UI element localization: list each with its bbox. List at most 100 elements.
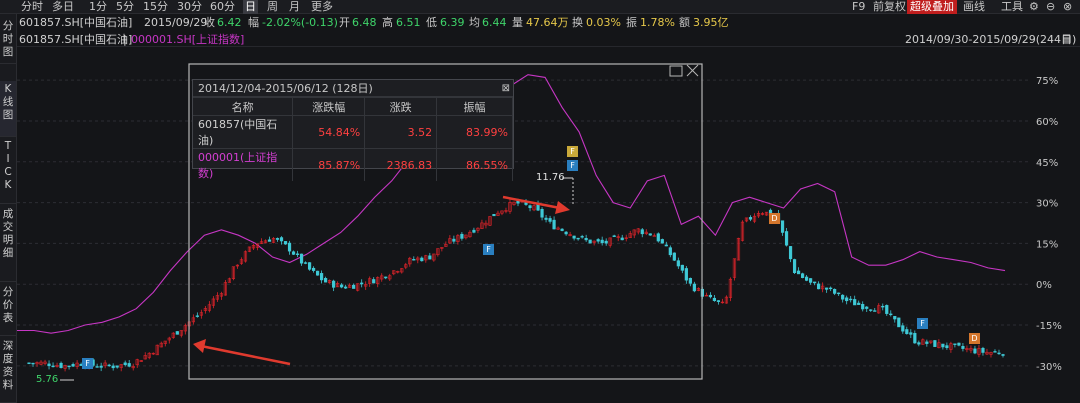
settings-icon[interactable]: ⚙ bbox=[1029, 0, 1039, 14]
super-overlay-button[interactable]: 超级叠加 bbox=[907, 0, 957, 14]
candle-body bbox=[993, 351, 997, 353]
range-label: 2014/09/30-2015/09/29(244日) bbox=[905, 33, 1077, 46]
sidebar-item-fenshi[interactable]: 分时图 bbox=[0, 18, 16, 64]
candle-body bbox=[796, 270, 801, 275]
marker-f-icon[interactable]: F bbox=[483, 244, 494, 255]
candle-body bbox=[412, 259, 416, 261]
candle-body bbox=[95, 366, 99, 368]
sidebar-item-tick[interactable]: TICK bbox=[0, 138, 16, 204]
candle-body bbox=[889, 313, 893, 316]
tab-month[interactable]: 月 bbox=[289, 0, 300, 14]
candle-body bbox=[833, 288, 837, 294]
candle-body bbox=[917, 342, 921, 345]
candle-body bbox=[620, 237, 624, 241]
candle-body bbox=[945, 345, 949, 349]
high-label: 高 bbox=[382, 16, 393, 29]
sidebar-item-kline[interactable]: K线图 bbox=[0, 81, 16, 137]
sidebar-item-trades[interactable]: 成交明细 bbox=[0, 206, 16, 282]
sidebar: 分时图 K线图 TICK 成交明细 分价表 深度资料 bbox=[0, 14, 17, 403]
candle-body bbox=[973, 348, 977, 354]
candle-body bbox=[817, 283, 821, 290]
marker-f-icon[interactable]: F bbox=[567, 146, 578, 157]
col-chg: 涨跌 bbox=[364, 97, 438, 116]
tab-15min[interactable]: 15分 bbox=[143, 0, 168, 14]
candle-body bbox=[299, 253, 304, 264]
candle-body bbox=[324, 278, 328, 283]
candle-body bbox=[837, 292, 841, 295]
tab-30min[interactable]: 30分 bbox=[177, 0, 202, 14]
tab-1min[interactable]: 1分 bbox=[89, 0, 107, 14]
stats-table: 名称 涨跌幅 涨跌 振幅 601857(中国石油) 54.84% 3.52 83… bbox=[193, 97, 513, 181]
candle-body bbox=[961, 346, 965, 349]
candle-body bbox=[580, 236, 584, 238]
candle-body bbox=[600, 239, 604, 244]
candle-body bbox=[540, 208, 544, 218]
minimize-icon[interactable]: ⊖ bbox=[1046, 0, 1055, 14]
tools-button[interactable]: 工具 bbox=[1001, 0, 1023, 14]
marker-f-icon[interactable]: F bbox=[917, 318, 928, 329]
candle-body bbox=[560, 228, 564, 231]
stats-close-icon[interactable]: ⊠ bbox=[502, 80, 510, 97]
candle-body bbox=[712, 297, 717, 301]
tab-day[interactable]: 日 bbox=[243, 0, 258, 14]
row-chg: 3.52 bbox=[364, 115, 438, 149]
tab-60min[interactable]: 60分 bbox=[210, 0, 235, 14]
candle-body bbox=[640, 229, 644, 235]
tab-5min[interactable]: 5分 bbox=[116, 0, 134, 14]
candle-body bbox=[788, 246, 793, 260]
legend-index[interactable]: 000001.SH[上证指数] bbox=[131, 33, 244, 47]
candle-body bbox=[47, 363, 51, 367]
candle-body bbox=[127, 363, 131, 367]
legend-main: 601857.SH[中国石油] bbox=[19, 33, 133, 46]
amplitude-label: 振 bbox=[626, 16, 637, 29]
marker-d-icon[interactable]: D bbox=[769, 213, 780, 224]
candle-body bbox=[548, 218, 552, 222]
marker-f-icon[interactable]: F bbox=[82, 358, 93, 369]
candle-body bbox=[909, 332, 913, 335]
sidebar-item-price-table[interactable]: 分价表 bbox=[0, 284, 16, 336]
candle-body bbox=[845, 297, 849, 302]
candle-body bbox=[420, 257, 424, 262]
candle-body bbox=[672, 252, 676, 261]
candle-body bbox=[460, 233, 464, 239]
low-price-label: 5.76 bbox=[36, 374, 59, 385]
overlay-legend: 601857.SH[中国石油] | 000001.SH[上证指数] 2014/0… bbox=[0, 33, 1080, 47]
table-row[interactable]: 000001(上证指数) 85.87% 2386.83 86.55% bbox=[193, 148, 513, 181]
candle-body bbox=[576, 237, 580, 240]
candle-body bbox=[428, 255, 432, 260]
adjust-button[interactable]: 前复权 bbox=[873, 0, 906, 14]
y-tick-label: 30% bbox=[1036, 199, 1058, 210]
marker-d-icon[interactable]: D bbox=[969, 333, 980, 344]
table-row[interactable]: 601857(中国石油) 54.84% 3.52 83.99% bbox=[193, 115, 513, 149]
candle-body bbox=[67, 365, 71, 368]
row-amp: 83.99% bbox=[436, 115, 513, 149]
sidebar-item-depth[interactable]: 深度资料 bbox=[0, 338, 16, 403]
low-label: 低 bbox=[426, 16, 437, 29]
f9-button[interactable]: F9 bbox=[852, 0, 865, 14]
calendar-icon[interactable]: ▤ bbox=[1062, 33, 1071, 47]
candle-body bbox=[352, 284, 356, 289]
candle-body bbox=[99, 365, 103, 368]
candle-body bbox=[59, 362, 63, 368]
candle-body bbox=[572, 235, 576, 239]
kline-chart[interactable]: 75% 60% 45% 30% 15% 0% -15% -30% bbox=[0, 0, 1080, 403]
candle-body bbox=[340, 284, 344, 288]
volume-value: 47.64万 bbox=[526, 16, 569, 29]
candle-body bbox=[656, 233, 660, 242]
candle-body bbox=[684, 268, 688, 281]
stats-header: 2014/12/04-2015/06/12 (128日) ⊠ bbox=[193, 80, 513, 97]
draw-line-button[interactable]: 画线 bbox=[963, 0, 985, 14]
tab-fenshi[interactable]: 分时 bbox=[21, 0, 43, 14]
close-icon[interactable]: ⊗ bbox=[1063, 0, 1072, 14]
candle-body bbox=[865, 306, 869, 309]
candle-body bbox=[829, 287, 833, 290]
candle-body bbox=[360, 282, 364, 285]
avg-label: 均 bbox=[469, 16, 480, 29]
candle-body bbox=[452, 238, 456, 242]
tab-week[interactable]: 周 bbox=[267, 0, 278, 14]
tab-multiday[interactable]: 多日 bbox=[52, 0, 74, 14]
marker-f-icon[interactable]: F bbox=[567, 160, 578, 171]
tab-more[interactable]: 更多 bbox=[311, 0, 333, 14]
candle-body bbox=[825, 287, 829, 290]
row-chg: 2386.83 bbox=[364, 148, 438, 181]
